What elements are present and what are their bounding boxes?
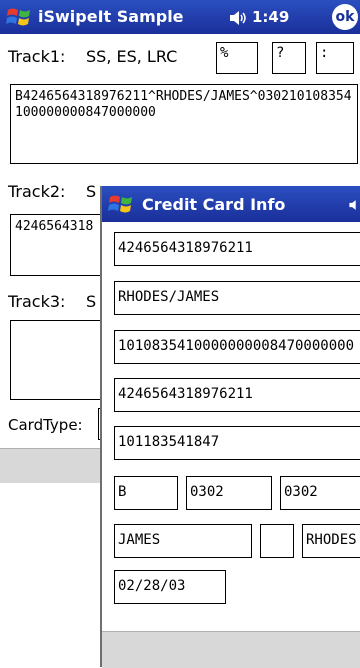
last-name-field[interactable]: RHODES <box>302 524 360 558</box>
ok-button[interactable]: ok <box>332 4 358 30</box>
track1-ss-field[interactable]: % <box>216 42 258 74</box>
dialog-title-bar: Credit Card Info <box>102 186 360 222</box>
speaker-icon[interactable] <box>228 10 248 26</box>
track1-lrc-field[interactable]: : <box>316 42 354 74</box>
card-number-2-field[interactable]: 4246564318976211 <box>114 378 360 412</box>
track1-label: Track1: <box>8 47 66 66</box>
dialog-title: Credit Card Info <box>142 195 286 214</box>
discretionary-field[interactable]: 1010835410000000008470000000 <box>114 330 360 364</box>
first-name-field[interactable]: JAMES <box>114 524 252 558</box>
main-title-bar: iSwipeIt Sample 1:49 ok <box>0 0 360 34</box>
exp-1-field[interactable]: 0302 <box>186 476 272 510</box>
card-number-field[interactable]: 4246564318976211 <box>114 232 360 266</box>
track1-es-field[interactable]: ? <box>272 42 306 74</box>
exp-date-field[interactable]: 02/28/03 <box>114 570 226 604</box>
cardtype-label: CardType: <box>8 416 83 434</box>
middle-initial-field[interactable] <box>260 524 294 558</box>
ok-label: ok <box>335 9 355 25</box>
track3-partial-label: S <box>86 292 97 311</box>
app-title: iSwipeIt Sample <box>38 7 184 26</box>
speaker-icon[interactable] <box>348 197 360 213</box>
clock[interactable]: 1:49 <box>252 8 289 26</box>
track2-label: Track2: <box>8 182 66 201</box>
track1-data-field[interactable]: B4246564318976211^RHODES/JAMES^030210108… <box>10 84 358 164</box>
track2-partial-label: S <box>86 182 97 201</box>
dialog-command-bar <box>102 631 360 668</box>
exp-2-field[interactable]: 0302 <box>280 476 360 510</box>
credit-card-dialog: Credit Card Info 4246564318976211 RHODES… <box>100 186 360 668</box>
name-raw-field[interactable]: RHODES/JAMES <box>114 281 360 315</box>
format-code-field[interactable]: B <box>114 476 178 510</box>
windows-flag-icon[interactable] <box>6 5 32 29</box>
windows-flag-icon[interactable] <box>108 192 134 216</box>
field-5[interactable]: 101183541847 <box>114 426 360 460</box>
track3-label: Track3: <box>8 292 66 311</box>
track1-sentinels-label: SS, ES, LRC <box>86 47 178 66</box>
